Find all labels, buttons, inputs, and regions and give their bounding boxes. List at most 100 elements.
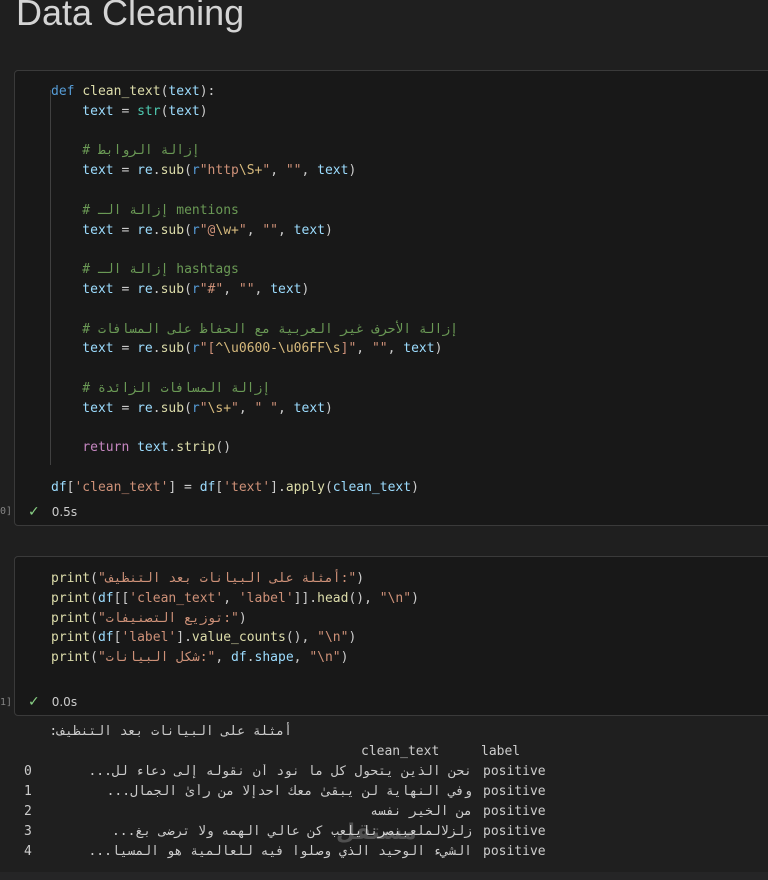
code-token: "@	[199, 222, 216, 238]
code-editor-1[interactable]: def clean_text(text): text = str ( text) #…	[51, 82, 458, 498]
code-token: # إزالة المسافات الزائدة	[51, 380, 271, 396]
code-token: return	[82, 440, 138, 456]
row-index: 1	[24, 784, 32, 799]
code-token: clean_text	[332, 479, 412, 495]
code-token: ,	[278, 400, 294, 416]
code-token: )	[411, 479, 419, 495]
code-token: (),	[348, 590, 380, 606]
code-token: (	[90, 650, 98, 666]
code-token: (	[184, 281, 192, 297]
code-token: 'label'	[238, 590, 294, 606]
code-token: )	[238, 610, 247, 626]
code-token: )	[324, 400, 333, 416]
code-token: (	[184, 163, 192, 179]
code-token: text	[168, 84, 200, 99]
code-token: text	[51, 222, 114, 238]
cell-1-exec-time: 0.5s	[51, 505, 78, 519]
code-line: print("أمثلة على البيانات بعد التنظيف:")	[51, 569, 419, 589]
code-token: )	[199, 103, 208, 119]
code-token: print	[51, 630, 91, 646]
code-token: sub	[160, 281, 185, 297]
code-token: .	[152, 222, 161, 238]
code-token: text	[51, 341, 114, 357]
code-token: )	[434, 341, 443, 357]
code-token: text	[270, 281, 302, 297]
code-token: (	[90, 590, 98, 606]
code-token: r	[191, 163, 200, 179]
code-token: 'text'	[223, 479, 271, 495]
code-token: text	[51, 281, 114, 297]
code-token: \w+	[215, 222, 239, 238]
code-line: text = re.sub(r"#", "", text)	[51, 280, 458, 300]
code-token: .	[152, 400, 161, 416]
code-token: df	[97, 630, 114, 646]
code-token: "	[262, 163, 271, 179]
row-label: positive	[483, 784, 546, 799]
code-token: =	[113, 222, 138, 238]
row-index: 2	[24, 804, 32, 819]
row-clean-text: الشيء الوحيد الذي وصلوا فيه للعالمية هو …	[88, 844, 472, 859]
row-label: positive	[483, 804, 546, 819]
code-token: ,	[215, 650, 232, 666]
code-token: ,	[278, 222, 294, 238]
code-line: text = re.sub(r"[^\u0600-\u06FF\s]", "",…	[51, 339, 458, 359]
row-index: 3	[24, 824, 32, 839]
section-heading: Data Cleaning	[16, 0, 245, 33]
output-heading: أمثلة على البيانات بعد التنظيف:	[49, 724, 292, 739]
code-line: def clean_text(text):	[51, 82, 458, 102]
code-token: print	[51, 571, 91, 586]
code-token: \S+	[238, 163, 263, 179]
row-label: positive	[483, 844, 546, 859]
column-header-clean-text: clean_text	[361, 744, 440, 759]
code-token: "\n"	[317, 630, 349, 646]
code-cell-2[interactable]: print("أمثلة على البيانات بعد التنظيف:")…	[14, 556, 768, 716]
code-token: text	[51, 103, 114, 119]
code-token: ]"	[340, 341, 357, 357]
code-line: text = re.sub(r"@\w+", "", text)	[51, 221, 458, 241]
code-token: (	[184, 341, 192, 357]
code-token: ,	[356, 341, 372, 357]
code-token: # إزالة الـ hashtags	[51, 262, 239, 278]
code-token: ]].	[293, 590, 318, 606]
code-token: ,	[246, 222, 263, 238]
code-token: )	[356, 571, 365, 586]
code-token: ""	[285, 163, 302, 179]
code-editor-2[interactable]: print("أمثلة على البيانات بعد التنظيف:")…	[51, 569, 419, 668]
code-token: ^\u0600-\u06FF\s	[215, 341, 341, 357]
code-token: (	[184, 222, 192, 238]
code-line: print("توزيع التصنيفات:")	[51, 609, 419, 629]
code-token: ,	[270, 163, 286, 179]
code-token: \s+	[207, 400, 232, 416]
code-line: # إزالة الـ mentions	[51, 201, 458, 221]
code-token: apply	[285, 479, 325, 495]
code-token: =	[113, 163, 138, 179]
code-cell-1[interactable]: def clean_text(text): text = str ( text) #…	[14, 70, 768, 526]
code-token: sub	[160, 222, 185, 238]
code-token: # إزالة الـ mentions	[51, 202, 239, 218]
code-token: print	[51, 590, 91, 606]
code-token: sub	[160, 163, 185, 179]
code-token: ,	[254, 281, 271, 297]
code-token: shape	[254, 650, 294, 666]
code-token: "	[231, 400, 239, 416]
code-token: print	[51, 650, 91, 666]
code-token: 'clean_text'	[74, 479, 169, 495]
cell-1-status: ✓ 0.5s	[28, 504, 77, 520]
code-token: print	[51, 610, 91, 626]
execution-count-2: 1]	[0, 697, 13, 708]
code-token: df	[97, 590, 114, 606]
code-token: (	[90, 610, 98, 626]
code-token: ""	[238, 281, 255, 297]
code-token: strip	[176, 440, 216, 456]
execution-count-1: 0]	[0, 506, 13, 517]
code-token: str	[137, 103, 161, 119]
code-token: def	[51, 84, 83, 99]
code-token: # إزالة الروابط	[51, 143, 200, 159]
code-token: )	[411, 590, 419, 606]
code-token: re	[137, 222, 153, 238]
code-token: =	[113, 103, 138, 119]
code-token: )	[301, 281, 310, 297]
